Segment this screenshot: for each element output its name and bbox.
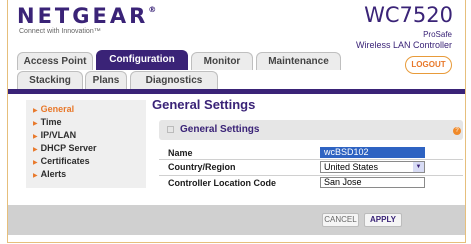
registered-mark: ®	[148, 5, 157, 14]
name-input[interactable]: wcBSD102	[320, 147, 425, 158]
app-frame: NETGEAR® Connect with Innovation™ WC7520…	[7, 0, 466, 243]
sidebar-item-alerts[interactable]: ▶ Alerts	[26, 168, 146, 181]
section-title: General Settings	[180, 124, 260, 135]
tab-plans[interactable]: Plans	[85, 71, 127, 89]
sidebar-item-label: Certificates	[40, 156, 90, 166]
sidebar-item-ip-vlan[interactable]: ▶ IP/VLAN	[26, 129, 146, 142]
sidebar: ▶ General ▶ Time ▶ IP/VLAN ▶ DHCP Server ▶ Ce…	[26, 100, 146, 188]
sidebar-item-general[interactable]: ▶ General	[26, 103, 146, 116]
sidebar-item-dhcp-server[interactable]: ▶ DHCP Server	[26, 142, 146, 155]
chevron-right-icon: ▶	[33, 160, 38, 166]
tab-maintenance[interactable]: Maintenance	[256, 52, 341, 70]
sidebar-item-label: General	[40, 104, 75, 114]
sidebar-item-certificates[interactable]: ▶ Certificates	[26, 155, 146, 168]
help-icon[interactable]: ?	[453, 127, 461, 135]
sidebar-item-label: Alerts	[40, 169, 67, 179]
country-region-select[interactable]: United States ▼	[320, 161, 425, 173]
page-title: General Settings	[152, 97, 256, 112]
sidebar-item-label: IP/VLAN	[40, 130, 77, 140]
tab-underline-bar	[8, 89, 465, 94]
chevron-down-icon: ▼	[413, 162, 424, 172]
country-region-label: Country/Region	[168, 162, 236, 172]
chevron-right-icon: ▶	[33, 108, 38, 114]
logout-button[interactable]: LOGOUT	[405, 56, 452, 74]
section-header: General Settings	[159, 120, 463, 140]
row-divider	[159, 159, 463, 160]
sidebar-item-time[interactable]: ▶ Time	[26, 116, 146, 129]
cancel-button[interactable]: CANCEL	[322, 213, 359, 227]
location-code-input[interactable]: San Jose	[320, 177, 425, 188]
name-label: Name	[168, 148, 193, 158]
model-name: WC7520	[364, 3, 453, 27]
chevron-right-icon: ▶	[33, 147, 38, 153]
sidebar-item-label: Time	[40, 117, 62, 127]
tab-diagnostics[interactable]: Diagnostics	[130, 71, 218, 89]
netgear-logo: NETGEAR®	[17, 4, 156, 28]
tagline: Connect with Innovation™	[19, 28, 101, 35]
tab-configuration[interactable]: Configuration	[96, 50, 188, 70]
chevron-right-icon: ▶	[33, 121, 38, 127]
brand-name: NETGEAR	[17, 4, 149, 28]
chevron-right-icon: ▶	[33, 173, 38, 179]
tab-stacking[interactable]: Stacking	[17, 71, 83, 89]
tab-access-point[interactable]: Access Point	[17, 52, 93, 70]
product-name: Wireless LAN Controller	[355, 40, 452, 50]
collapse-square-icon	[167, 125, 174, 133]
country-region-value: United States	[324, 162, 379, 172]
row-divider	[159, 175, 463, 176]
prosafe-label: ProSafe	[423, 30, 452, 39]
tab-monitor[interactable]: Monitor	[191, 52, 253, 70]
location-code-label: Controller Location Code	[168, 178, 276, 188]
sidebar-item-label: DHCP Server	[40, 143, 97, 153]
apply-button[interactable]: APPLY	[364, 213, 402, 227]
chevron-right-icon: ▶	[33, 134, 38, 140]
